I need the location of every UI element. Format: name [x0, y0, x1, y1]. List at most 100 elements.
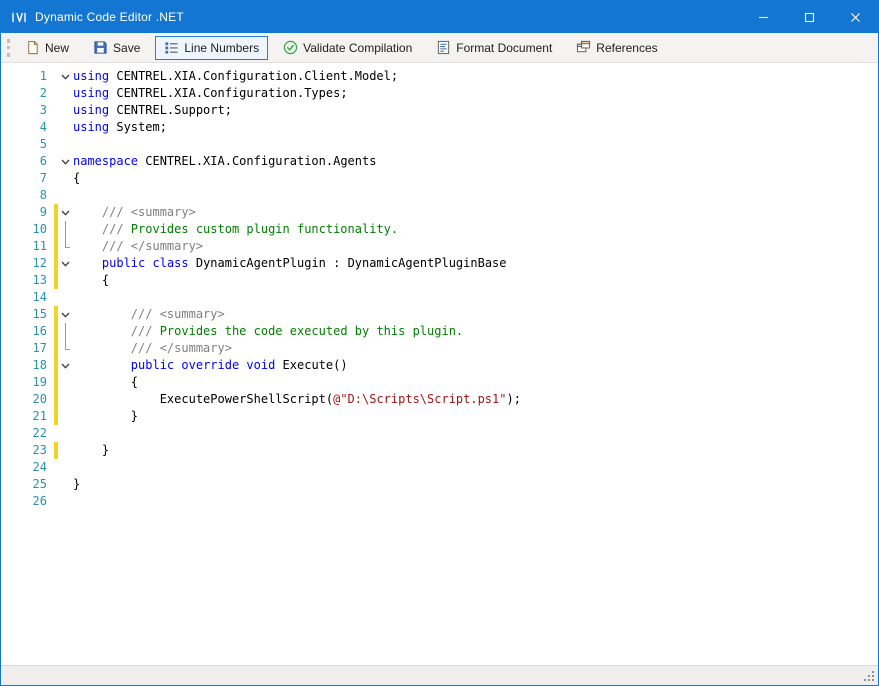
references-icon — [576, 40, 591, 55]
code-line[interactable]: 2 using CENTREL.XIA.Configuration.Types; — [1, 85, 878, 102]
line-number: 2 — [1, 85, 51, 102]
minimize-icon — [758, 12, 769, 23]
fold-margin — [58, 459, 73, 476]
close-icon — [850, 12, 861, 23]
save-button[interactable]: Save — [84, 36, 149, 60]
code-text: /// <summary> — [73, 306, 225, 323]
code-line[interactable]: 22 — [1, 425, 878, 442]
code-line[interactable]: 8 — [1, 187, 878, 204]
fold-toggle-icon[interactable] — [58, 204, 73, 221]
code-text: namespace CENTREL.XIA.Configuration.Agen… — [73, 153, 376, 170]
code-text: { — [73, 272, 109, 289]
app-window: Dynamic Code Editor .NET New Save Line Num… — [0, 0, 879, 686]
line-number: 26 — [1, 493, 51, 510]
fold-toggle-icon[interactable] — [58, 357, 73, 374]
code-text: /// </summary> — [73, 238, 203, 255]
fold-toggle-icon[interactable] — [58, 153, 73, 170]
code-line[interactable]: 13 { — [1, 272, 878, 289]
code-line[interactable]: 16 /// Provides the code executed by thi… — [1, 323, 878, 340]
line-number: 24 — [1, 459, 51, 476]
validate-compilation-button[interactable]: Validate Compilation — [274, 36, 421, 60]
code-line[interactable]: 11 /// </summary> — [1, 238, 878, 255]
fold-margin — [58, 408, 73, 425]
code-line[interactable]: 9 /// <summary> — [1, 204, 878, 221]
resize-grip[interactable] — [872, 671, 874, 673]
format-document-button[interactable]: Format Document — [427, 36, 561, 60]
code-line[interactable]: 18 public override void Execute() — [1, 357, 878, 374]
toolbar-button-label: References — [596, 41, 657, 55]
code-line[interactable]: 3using CENTREL.Support; — [1, 102, 878, 119]
minimize-button[interactable] — [740, 1, 786, 33]
line-number: 3 — [1, 102, 51, 119]
line-number: 10 — [1, 221, 51, 238]
toolbar-buttons: New Save Line Numbers Validate Compilation F… — [16, 36, 673, 60]
line-number: 19 — [1, 374, 51, 391]
code-line[interactable]: 15 /// <summary> — [1, 306, 878, 323]
fold-margin — [58, 442, 73, 459]
toolbar-grip[interactable] — [7, 39, 10, 57]
line-number: 23 — [1, 442, 51, 459]
line-numbers-toggle[interactable]: Line Numbers — [155, 36, 268, 60]
code-line[interactable]: 25} — [1, 476, 878, 493]
fold-margin — [58, 221, 73, 238]
line-number: 12 — [1, 255, 51, 272]
line-number: 8 — [1, 187, 51, 204]
code-line[interactable]: 1using CENTREL.XIA.Configuration.Client.… — [1, 68, 878, 85]
line-number: 11 — [1, 238, 51, 255]
toolbar-button-label: Save — [113, 41, 140, 55]
format-document-icon — [436, 40, 451, 55]
line-number: 15 — [1, 306, 51, 323]
code-line[interactable]: 26 — [1, 493, 878, 510]
fold-toggle-icon[interactable] — [58, 255, 73, 272]
code-line[interactable]: 19 { — [1, 374, 878, 391]
references-button[interactable]: References — [567, 36, 666, 60]
code-text: using System; — [73, 119, 167, 136]
code-line[interactable]: 7{ — [1, 170, 878, 187]
code-line[interactable]: 4 using System; — [1, 119, 878, 136]
code-line[interactable]: 20 ExecutePowerShellScript(@"D:\Scripts\… — [1, 391, 878, 408]
new-button[interactable]: New — [16, 36, 78, 60]
code-text: /// <summary> — [73, 204, 196, 221]
code-text: } — [73, 476, 80, 493]
code-line[interactable]: 5 — [1, 136, 878, 153]
line-number: 22 — [1, 425, 51, 442]
code-text: } — [73, 408, 138, 425]
toolbar-button-label: Format Document — [456, 41, 552, 55]
code-line[interactable]: 6namespace CENTREL.XIA.Configuration.Age… — [1, 153, 878, 170]
toolbar-button-label: Validate Compilation — [303, 41, 412, 55]
fold-toggle-icon[interactable] — [58, 68, 73, 85]
code-line[interactable]: 23 } — [1, 442, 878, 459]
line-number: 9 — [1, 204, 51, 221]
code-text: using CENTREL.XIA.Configuration.Types; — [73, 85, 348, 102]
code-text: { — [73, 170, 80, 187]
fold-margin — [58, 272, 73, 289]
save-icon — [93, 40, 108, 55]
maximize-button[interactable] — [786, 1, 832, 33]
fold-margin — [58, 187, 73, 204]
line-number: 17 — [1, 340, 51, 357]
code-line[interactable]: 21 } — [1, 408, 878, 425]
code-line[interactable]: 14 — [1, 289, 878, 306]
toolbar-button-label: Line Numbers — [184, 41, 259, 55]
line-numbers-icon — [164, 40, 179, 55]
code-text: ExecutePowerShellScript(@"D:\Scripts\Scr… — [73, 391, 521, 408]
titlebar: Dynamic Code Editor .NET — [1, 1, 878, 33]
fold-margin — [58, 391, 73, 408]
fold-margin — [58, 374, 73, 391]
app-logo-icon — [11, 11, 27, 24]
code-line[interactable]: 12 public class DynamicAgentPlugin : Dyn… — [1, 255, 878, 272]
code-lines: 1using CENTREL.XIA.Configuration.Client.… — [1, 68, 878, 510]
line-number: 21 — [1, 408, 51, 425]
code-text: public class DynamicAgentPlugin : Dynami… — [73, 255, 507, 272]
line-number: 4 — [1, 119, 51, 136]
code-line[interactable]: 17 /// </summary> — [1, 340, 878, 357]
line-number: 25 — [1, 476, 51, 493]
code-text: /// Provides custom plugin functionality… — [73, 221, 398, 238]
code-line[interactable]: 24 — [1, 459, 878, 476]
line-number: 7 — [1, 170, 51, 187]
code-line[interactable]: 10 /// Provides custom plugin functional… — [1, 221, 878, 238]
close-button[interactable] — [832, 1, 878, 33]
code-editor[interactable]: 1using CENTREL.XIA.Configuration.Client.… — [1, 63, 878, 665]
fold-toggle-icon[interactable] — [58, 306, 73, 323]
fold-margin — [58, 119, 73, 136]
